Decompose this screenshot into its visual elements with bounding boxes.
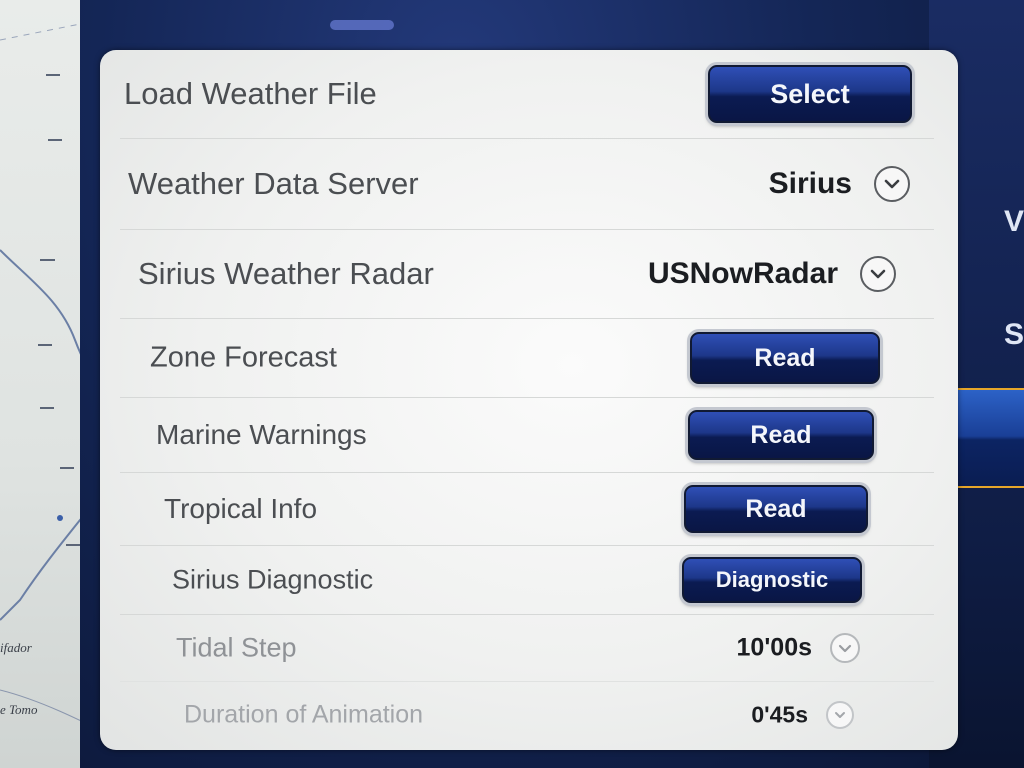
weather-data-server-value: Sirius — [768, 167, 852, 200]
tidal-step-label: Tidal Step — [176, 632, 297, 663]
row-marine-warnings: Marine Warnings Read — [120, 398, 934, 473]
duration-of-animation-label: Duration of Animation — [184, 700, 424, 729]
tropical-info-read-button[interactable]: Read — [684, 485, 868, 533]
sirius-weather-radar-value: USNowRadar — [647, 257, 838, 290]
tropical-info-label: Tropical Info — [164, 493, 318, 524]
weather-data-server-label: Weather Data Server — [128, 166, 419, 201]
zone-forecast-read-button[interactable]: Read — [690, 332, 880, 384]
row-sirius-diagnostic: Sirius Diagnostic Diagnostic — [120, 546, 934, 615]
row-load-weather-file: Load Weather File Select — [120, 50, 934, 139]
row-duration-of-animation[interactable]: Duration of Animation 0'45s — [120, 682, 934, 748]
frame-accent — [330, 20, 394, 30]
chevron-down-icon[interactable] — [830, 633, 860, 663]
row-tropical-info: Tropical Info Read — [120, 473, 934, 546]
marine-warnings-label: Marine Warnings — [156, 419, 367, 450]
right-panel-glyph: V — [1003, 205, 1024, 238]
marine-warnings-read-button[interactable]: Read — [688, 410, 874, 460]
row-weather-data-server[interactable]: Weather Data Server Sirius — [120, 139, 934, 230]
sirius-weather-radar-label: Sirius Weather Radar — [138, 256, 434, 291]
weather-settings-panel: Load Weather File Select Weather Data Se… — [100, 50, 958, 750]
chevron-down-icon[interactable] — [860, 256, 896, 292]
sirius-diagnostic-button[interactable]: Diagnostic — [682, 557, 862, 603]
zone-forecast-label: Zone Forecast — [150, 341, 337, 374]
row-tidal-step[interactable]: Tidal Step 10'00s — [120, 615, 934, 682]
chart-place-label: e Tomo — [0, 702, 38, 717]
chevron-down-icon[interactable] — [826, 701, 854, 729]
right-panel-glyph: S — [1003, 318, 1024, 351]
chart-place-label: ifador — [0, 640, 32, 655]
select-button[interactable]: Select — [708, 65, 912, 123]
chevron-down-icon[interactable] — [874, 166, 910, 202]
tidal-step-value: 10'00s — [736, 633, 812, 662]
load-weather-file-label: Load Weather File — [124, 76, 377, 111]
row-zone-forecast: Zone Forecast Read — [120, 319, 934, 398]
sirius-diagnostic-label: Sirius Diagnostic — [172, 564, 374, 595]
row-sirius-weather-radar[interactable]: Sirius Weather Radar USNowRadar — [120, 230, 934, 319]
duration-of-animation-value: 0'45s — [751, 701, 808, 728]
